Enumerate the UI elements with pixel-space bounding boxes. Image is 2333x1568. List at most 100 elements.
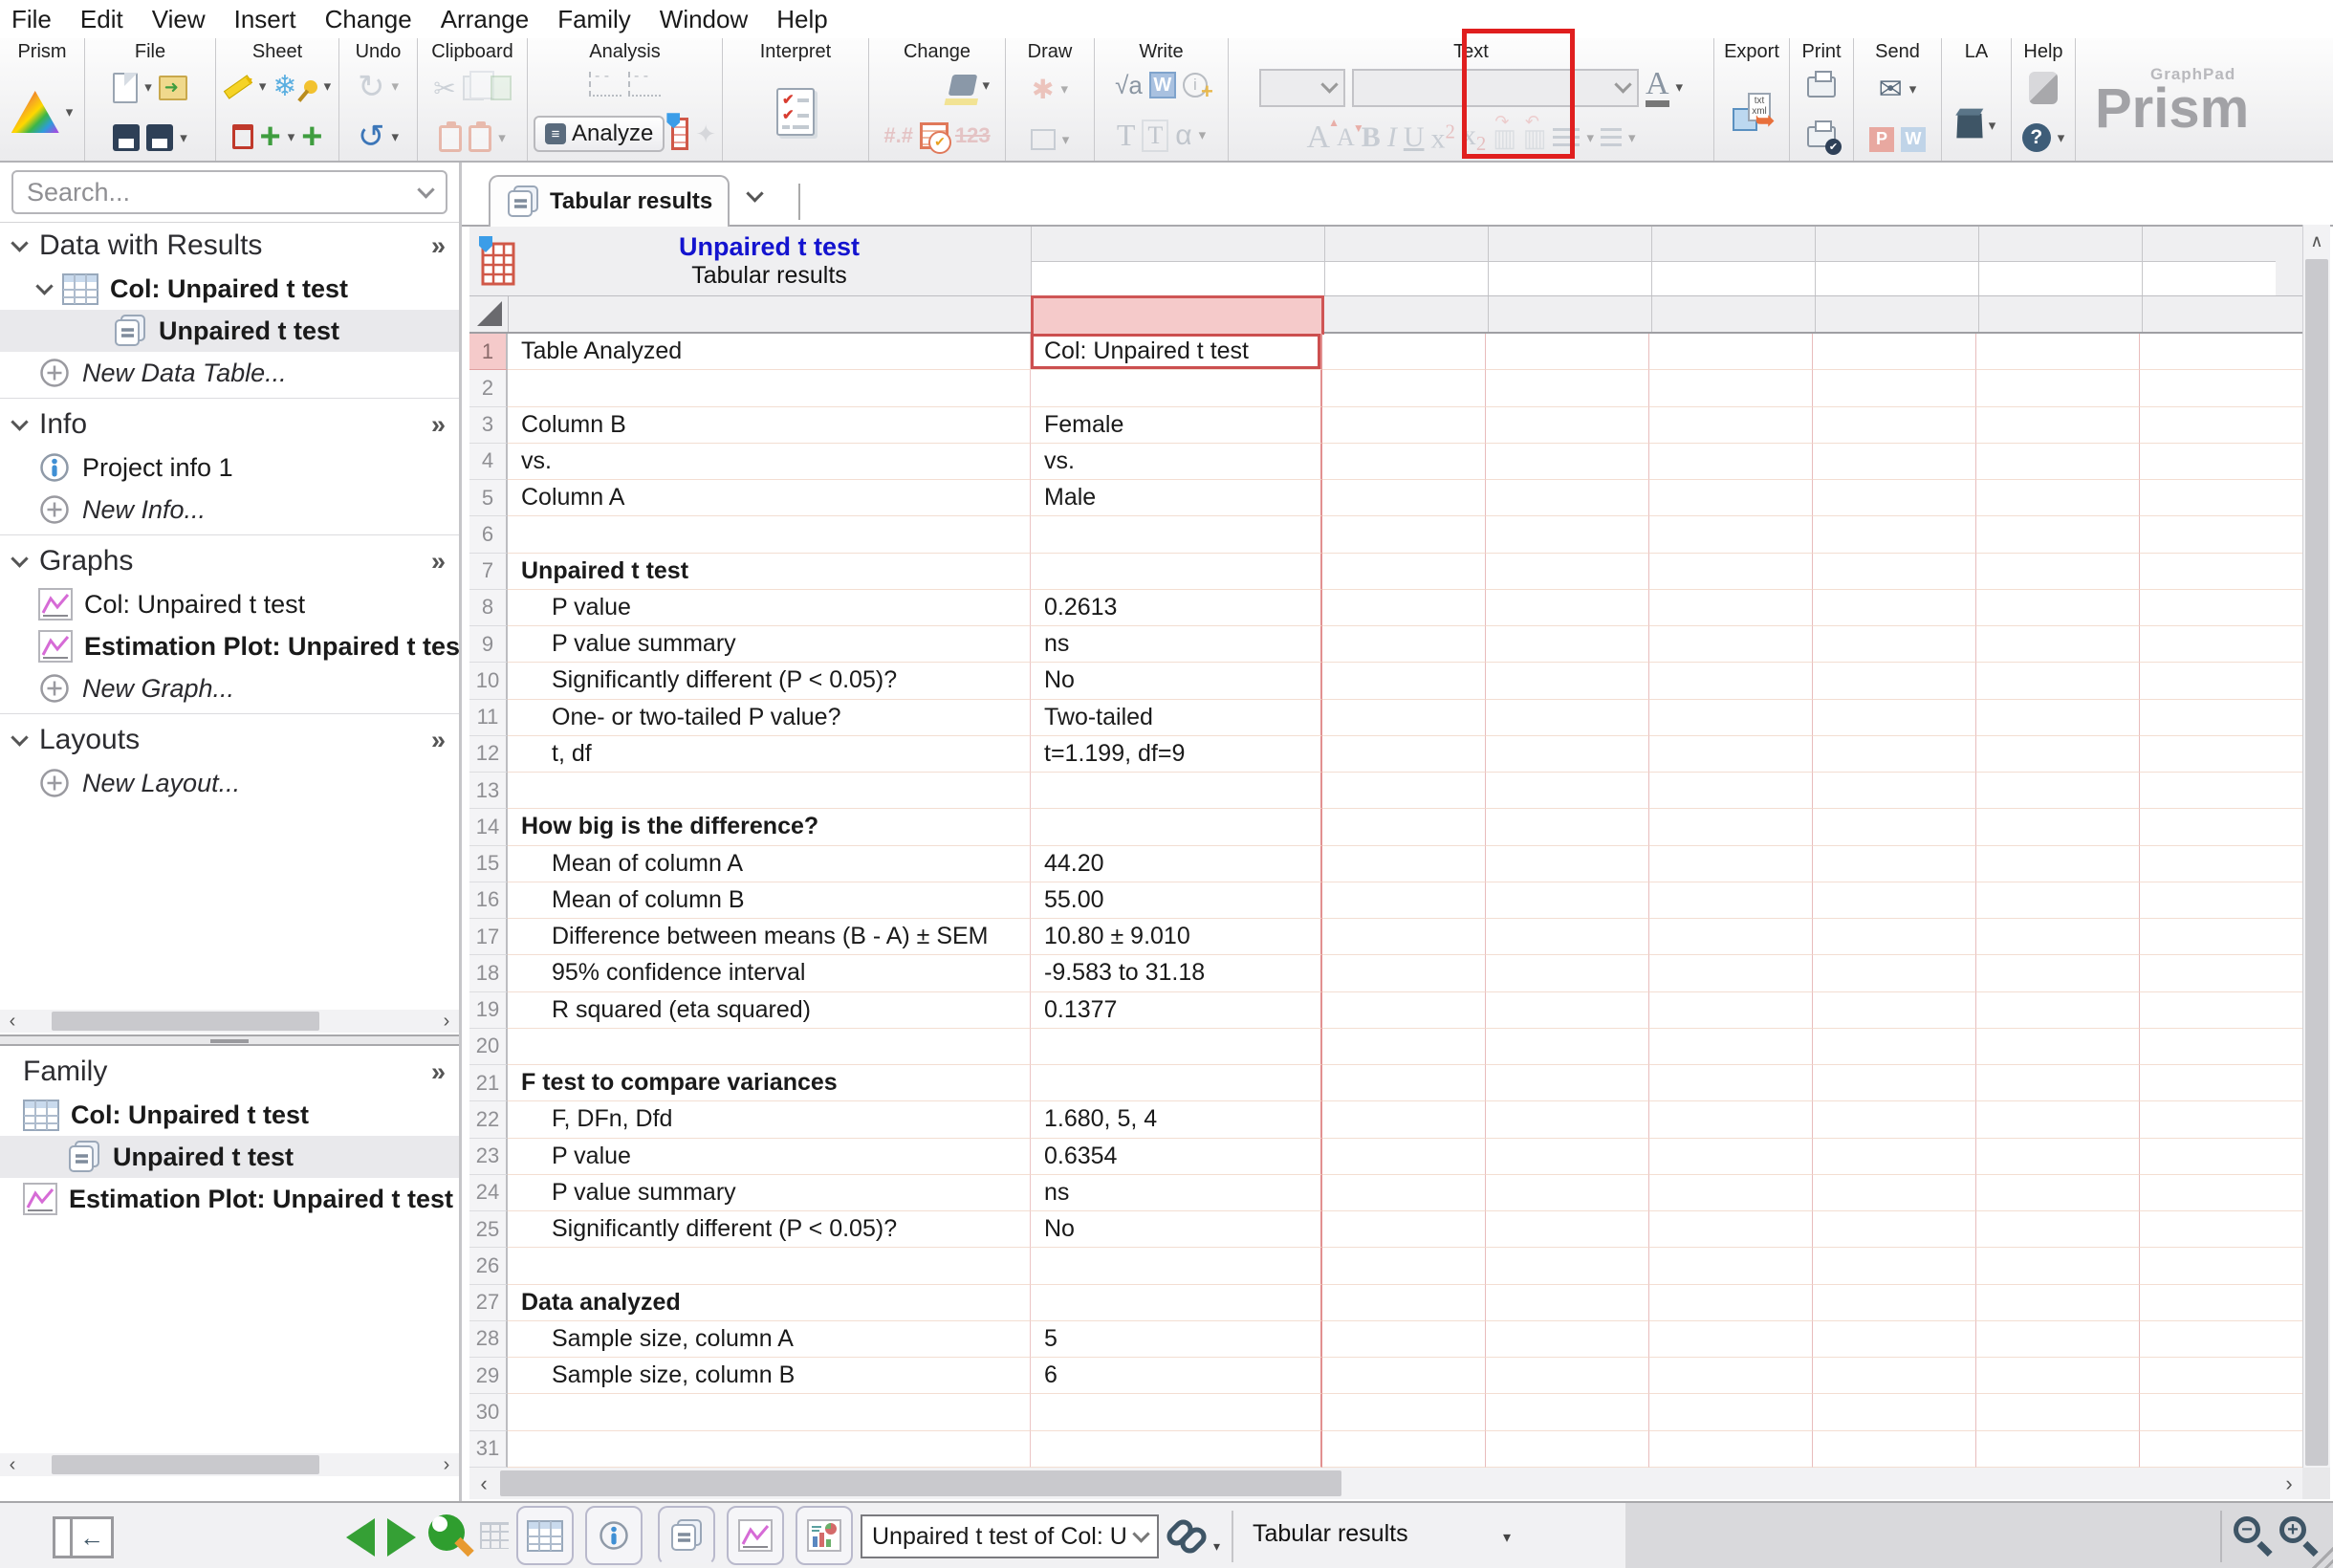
empty-cell[interactable] bbox=[1813, 955, 1976, 992]
font-family-select[interactable] bbox=[1351, 68, 1639, 107]
row-label-cell[interactable]: Table Analyzed bbox=[508, 334, 1031, 371]
empty-cell[interactable] bbox=[1322, 699, 1486, 736]
row-value-cell[interactable]: No bbox=[1031, 1211, 1322, 1249]
word-wrap-icon[interactable]: W bbox=[1148, 72, 1176, 99]
chevron-down-icon[interactable] bbox=[11, 412, 29, 431]
zoom-in-icon[interactable]: + bbox=[2278, 1514, 2319, 1557]
empty-cell[interactable] bbox=[2140, 1394, 2303, 1431]
empty-cell[interactable] bbox=[1322, 1358, 1486, 1395]
empty-cell[interactable] bbox=[1322, 334, 1486, 371]
row-label-cell[interactable]: P value bbox=[508, 1138, 1031, 1175]
print-icon[interactable] bbox=[1807, 70, 1836, 98]
new-file-icon[interactable] bbox=[113, 72, 139, 103]
row-number[interactable]: 22 bbox=[469, 1101, 508, 1139]
row-value-cell[interactable] bbox=[1031, 1430, 1322, 1468]
empty-cell[interactable] bbox=[1649, 1211, 1813, 1249]
empty-cell[interactable] bbox=[1813, 919, 1976, 956]
empty-cell[interactable] bbox=[1649, 334, 1813, 371]
empty-cell[interactable] bbox=[1649, 991, 1813, 1029]
select-all-corner-icon[interactable] bbox=[477, 301, 502, 326]
empty-cell[interactable] bbox=[1976, 334, 2140, 371]
empty-cell[interactable] bbox=[1976, 663, 2140, 700]
row-label-cell[interactable]: Column A bbox=[508, 480, 1031, 517]
empty-cell[interactable] bbox=[2140, 1138, 2303, 1175]
empty-cell[interactable] bbox=[1322, 809, 1486, 846]
empty-cell[interactable] bbox=[1813, 480, 1976, 517]
row-value-cell[interactable] bbox=[1031, 1284, 1322, 1321]
empty-cell[interactable] bbox=[1976, 1028, 2140, 1065]
font-size-select[interactable] bbox=[1258, 68, 1345, 107]
empty-cell[interactable] bbox=[1813, 1065, 1976, 1102]
email-icon[interactable]: ✉ bbox=[1879, 73, 1903, 106]
sidebar-item[interactable]: Estimation Plot: Unpaired t test of bbox=[0, 625, 459, 667]
row-value-cell[interactable]: ns bbox=[1031, 1174, 1322, 1211]
empty-cell[interactable] bbox=[1976, 845, 2140, 882]
word-icon[interactable]: W bbox=[1901, 126, 1926, 152]
empty-cell[interactable] bbox=[1813, 626, 1976, 664]
empty-cell[interactable] bbox=[1486, 443, 1649, 480]
empty-cell[interactable] bbox=[1649, 1248, 1813, 1285]
empty-cell[interactable] bbox=[1322, 626, 1486, 664]
add-info-icon[interactable]: i bbox=[1182, 73, 1213, 104]
empty-cell[interactable] bbox=[1322, 735, 1486, 773]
paste-icon[interactable] bbox=[490, 76, 512, 100]
row-value-cell[interactable] bbox=[1031, 1065, 1322, 1102]
empty-cell[interactable] bbox=[1322, 1284, 1486, 1321]
empty-cell[interactable] bbox=[1649, 1394, 1813, 1431]
row-value-cell[interactable]: 5 bbox=[1031, 1320, 1322, 1358]
empty-cell[interactable] bbox=[1486, 735, 1649, 773]
empty-cell[interactable] bbox=[1976, 1394, 2140, 1431]
expand-icon[interactable]: » bbox=[431, 410, 446, 440]
menu-item-arrange[interactable]: Arrange bbox=[441, 5, 530, 34]
empty-cell[interactable] bbox=[1813, 773, 1976, 810]
row-label-cell[interactable]: Sample size, column B bbox=[508, 1358, 1031, 1395]
sidebar-item[interactable]: Col: Unpaired t test bbox=[0, 268, 459, 310]
empty-cell[interactable] bbox=[1486, 1430, 1649, 1468]
row-label-cell[interactable]: t, df bbox=[508, 735, 1031, 773]
sidebar-item[interactable]: New Data Table... bbox=[0, 352, 459, 394]
empty-cell[interactable] bbox=[1486, 1358, 1649, 1395]
empty-cell[interactable] bbox=[1976, 991, 2140, 1029]
row-number[interactable]: 19 bbox=[469, 991, 508, 1029]
search-input[interactable] bbox=[27, 177, 412, 207]
sidebar-item[interactable]: New Info... bbox=[0, 489, 459, 531]
empty-cell[interactable] bbox=[1486, 1394, 1649, 1431]
empty-cell[interactable] bbox=[1976, 773, 2140, 810]
sidebar-item[interactable]: New Layout... bbox=[0, 762, 459, 804]
empty-cell[interactable] bbox=[1486, 516, 1649, 554]
row-value-cell[interactable] bbox=[1031, 1394, 1322, 1431]
empty-cell[interactable] bbox=[1322, 1430, 1486, 1468]
greek-icon[interactable]: α bbox=[1175, 120, 1191, 152]
empty-cell[interactable] bbox=[1322, 919, 1486, 956]
empty-cell[interactable] bbox=[1486, 1211, 1649, 1249]
menu-item-file[interactable]: File bbox=[11, 5, 52, 34]
empty-cell[interactable] bbox=[1649, 589, 1813, 626]
empty-cell[interactable] bbox=[1486, 919, 1649, 956]
empty-cell[interactable] bbox=[1976, 1430, 2140, 1468]
empty-cell[interactable] bbox=[1813, 1248, 1976, 1285]
empty-cell[interactable] bbox=[1649, 919, 1813, 956]
empty-cell[interactable] bbox=[1486, 1320, 1649, 1358]
freeze-icon[interactable]: ❄ bbox=[273, 72, 296, 101]
print-preview-icon[interactable] bbox=[1807, 120, 1842, 156]
scroll-left-icon[interactable]: ‹ bbox=[469, 1471, 498, 1496]
interpret-checklist-icon[interactable]: ✔ ✔ bbox=[776, 88, 815, 136]
empty-cell[interactable] bbox=[1649, 809, 1813, 846]
row-number[interactable]: 27 bbox=[469, 1284, 508, 1321]
row-value-cell[interactable] bbox=[1031, 370, 1322, 407]
help-icon[interactable]: ? bbox=[2021, 123, 2051, 153]
empty-cell[interactable] bbox=[1976, 589, 2140, 626]
row-value-cell[interactable]: 55.00 bbox=[1031, 882, 1322, 919]
chevron-down-icon[interactable] bbox=[11, 728, 29, 747]
empty-cell[interactable] bbox=[1486, 1138, 1649, 1175]
empty-cell[interactable] bbox=[1649, 1174, 1813, 1211]
row-label-cell[interactable]: P value summary bbox=[508, 626, 1031, 664]
row-label-cell[interactable]: 95% confidence interval bbox=[508, 955, 1031, 992]
row-number[interactable]: 5 bbox=[469, 480, 508, 517]
empty-cell[interactable] bbox=[2140, 1430, 2303, 1468]
empty-cell[interactable] bbox=[1976, 1211, 2140, 1249]
wizard-icon[interactable]: ✦ bbox=[695, 120, 716, 149]
scrollbar-thumb[interactable] bbox=[2305, 259, 2328, 1466]
empty-cell[interactable] bbox=[1813, 443, 1976, 480]
chevron-down-icon[interactable] bbox=[417, 180, 435, 199]
